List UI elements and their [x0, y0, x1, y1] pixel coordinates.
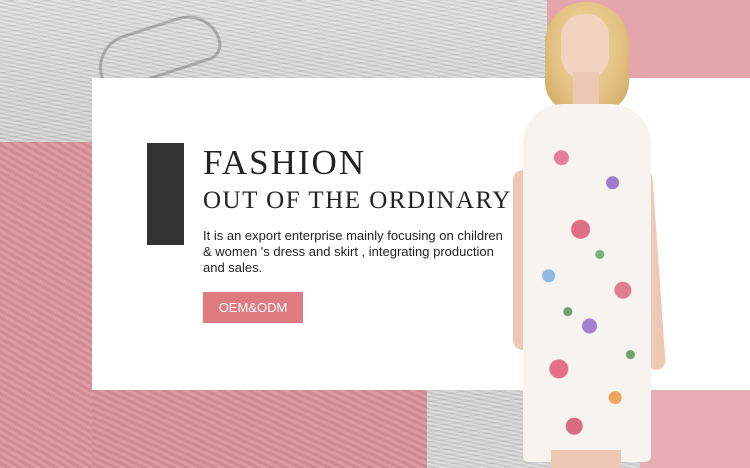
company-description: It is an export enterprise mainly focusi… [203, 228, 503, 275]
subheadline: OUT OF THE ORDINARY [203, 187, 512, 214]
oem-odm-button[interactable]: OEM&ODM [203, 292, 303, 323]
fashion-banner: FASHION OUT OF THE ORDINARY It is an exp… [0, 0, 750, 468]
model-face [561, 14, 609, 80]
model-image [505, 0, 666, 468]
headline: FASHION [203, 143, 367, 182]
model-legs [551, 450, 621, 468]
pink-panel-bottom [92, 390, 427, 468]
accent-bar [147, 143, 184, 245]
pink-panel-left [0, 142, 92, 468]
floral-dress [523, 104, 651, 462]
